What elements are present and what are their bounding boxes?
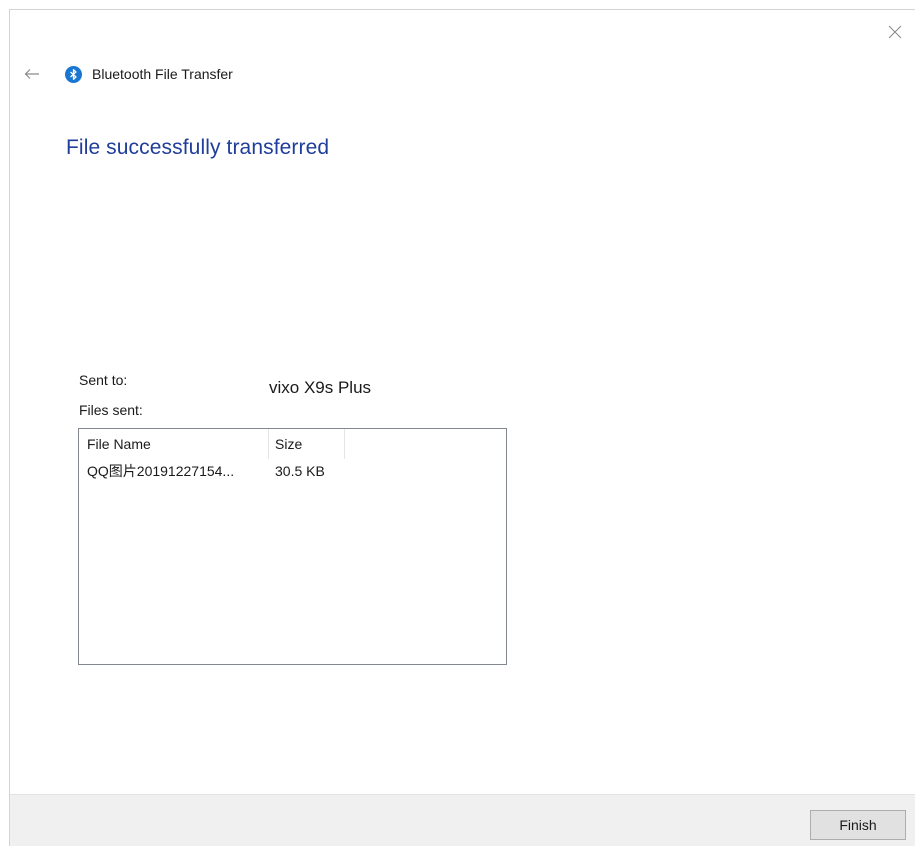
finish-button[interactable]: Finish (810, 810, 906, 840)
files-sent-list[interactable]: File Name Size QQ图片20191227154... 30.5 K… (78, 428, 507, 665)
sent-to-device: vixo X9s Plus (269, 378, 372, 397)
bluetooth-transfer-window: Bluetooth File Transfer File successfull… (9, 9, 915, 846)
back-button[interactable] (18, 62, 46, 86)
files-sent-label: Files sent: (79, 402, 143, 418)
close-button[interactable] (881, 18, 909, 46)
list-header: File Name Size (79, 429, 506, 459)
dialog-footer: Finish (10, 794, 915, 846)
sent-to-label: Sent to: (79, 372, 128, 388)
page-title: File successfully transferred (66, 136, 330, 159)
window-title: Bluetooth File Transfer (92, 66, 233, 82)
bluetooth-icon (65, 65, 82, 83)
file-name-cell: QQ图片20191227154... (87, 463, 235, 479)
back-arrow-icon (24, 69, 39, 79)
close-icon (888, 25, 902, 39)
file-size-cell: 30.5 KB (275, 463, 325, 479)
list-item[interactable]: QQ图片20191227154... 30.5 KB (79, 459, 506, 483)
column-header-file-name[interactable]: File Name (79, 429, 269, 459)
column-header-size[interactable]: Size (269, 429, 345, 459)
title-bar: Bluetooth File Transfer (65, 62, 233, 86)
